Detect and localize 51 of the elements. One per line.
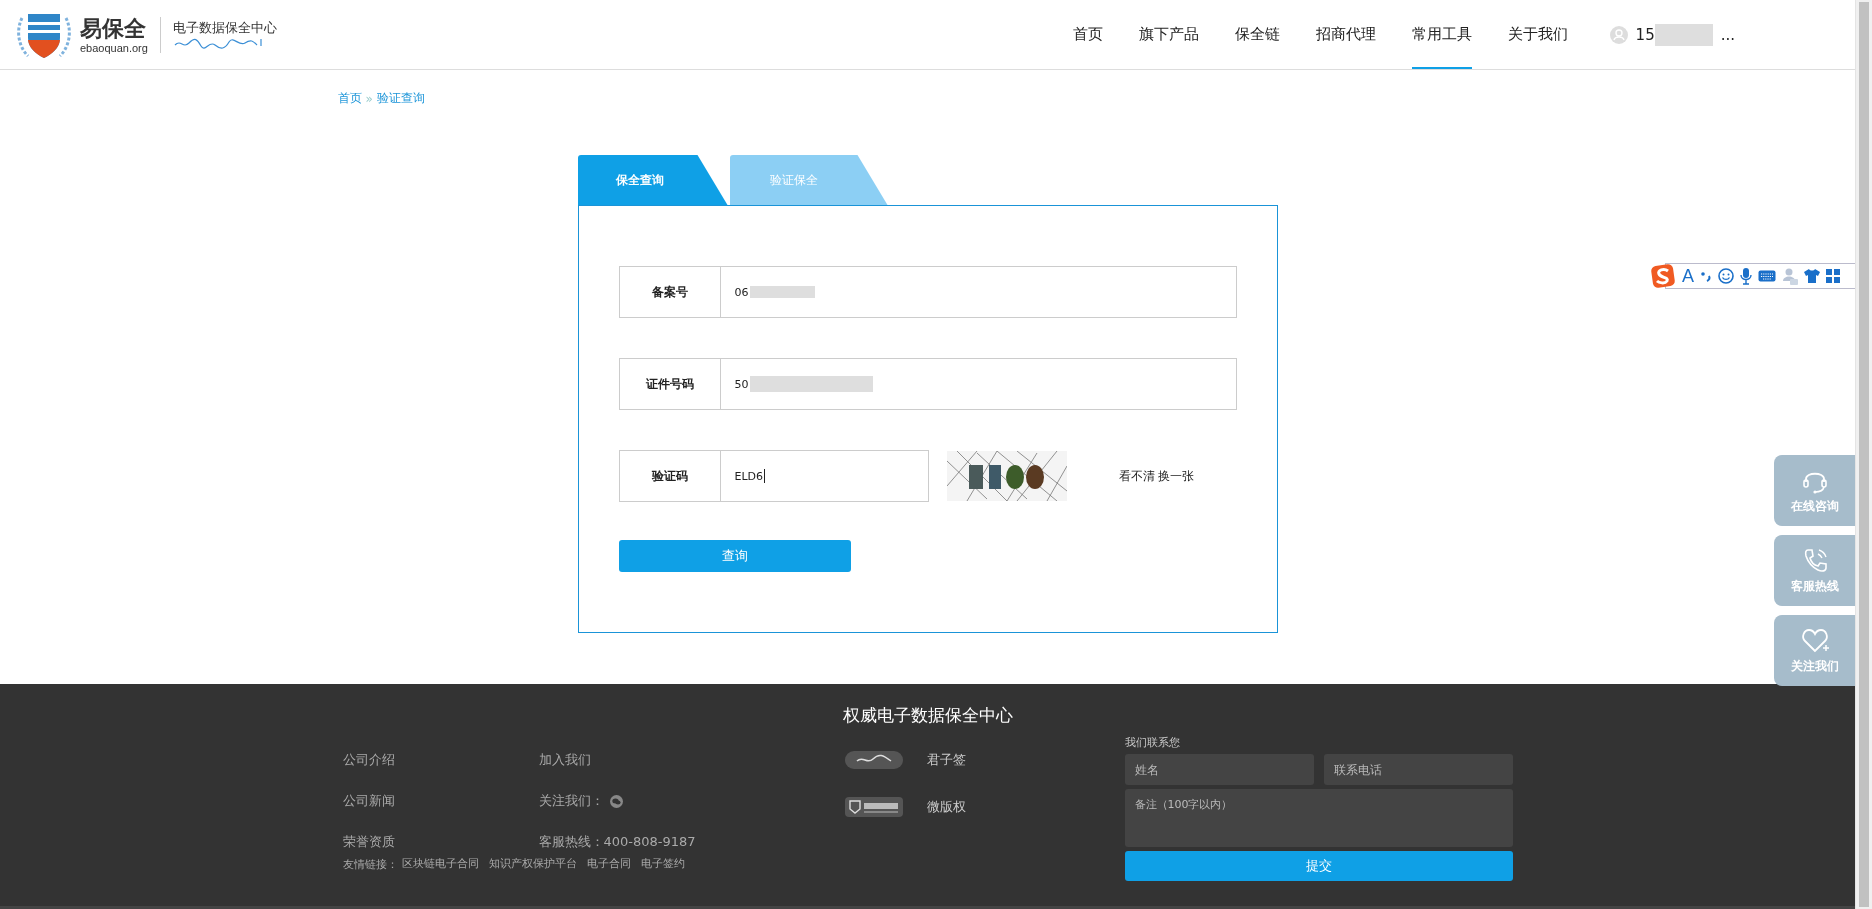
footer-link[interactable]: 加入我们	[538, 751, 591, 769]
footer-link[interactable]: 关注我们：	[538, 792, 604, 810]
note-field[interactable]: 备注（100字以内）	[1124, 789, 1513, 847]
partner-link[interactable]: 君子签	[926, 751, 966, 769]
font-toolbar-button[interactable]: A	[1682, 267, 1694, 285]
tagline: 电子数据保全中心	[172, 18, 277, 37]
submit-button[interactable]: 提交	[1124, 851, 1513, 881]
input-field[interactable]: 验证码 ELD6	[618, 450, 929, 502]
shirt-icon[interactable]	[1804, 269, 1820, 283]
tab[interactable]: 保全查询	[577, 155, 728, 205]
nav-link[interactable]: 旗下产品	[1138, 0, 1199, 69]
breadcrumb-link[interactable]: 验证查询	[376, 90, 425, 107]
ime-logo-icon[interactable]	[1650, 263, 1676, 289]
breadcrumb-separator: »	[365, 91, 373, 106]
scrollbar[interactable]	[1855, 0, 1872, 909]
user-name[interactable]: 15	[1635, 25, 1655, 44]
partner-logo-icon	[844, 751, 903, 769]
footer-link[interactable]: 公司介绍	[342, 751, 539, 769]
nav-link[interactable]: 保全链	[1234, 0, 1280, 69]
nav-link[interactable]: 首页	[1072, 0, 1103, 69]
ellipsis-text: ...	[1720, 25, 1735, 44]
domain-text: ebaoquan.org	[80, 41, 148, 54]
keyboard-icon[interactable]	[1758, 270, 1776, 282]
friend-link[interactable]: 区块链电子合同	[401, 855, 479, 873]
nav-link[interactable]: 关于我们	[1507, 0, 1568, 69]
wechat-icon[interactable]	[609, 794, 623, 808]
footer-link[interactable]: 客服热线：400-808-9187	[538, 833, 696, 851]
partner-logo-icon	[844, 797, 903, 817]
footer-link[interactable]: 荣誉资质	[342, 833, 539, 851]
brand-name: 易保全	[80, 15, 147, 42]
breadcrumb-link[interactable]: 首页	[337, 90, 362, 107]
smiley-icon[interactable]	[1718, 268, 1734, 284]
grid-icon[interactable]	[1826, 269, 1840, 283]
refresh-captcha-link[interactable]: 看不清 换一张	[1118, 467, 1195, 485]
nav-link[interactable]: 常用工具	[1411, 0, 1472, 69]
contact-title: 我们联系您	[1124, 735, 1181, 750]
partner-link[interactable]: 微版权	[926, 798, 966, 816]
nav-link[interactable]: 招商代理	[1315, 0, 1376, 69]
friend-link[interactable]: 电子合同	[586, 855, 631, 873]
query-button[interactable]: 查询	[618, 540, 851, 572]
name-field[interactable]: 姓名	[1124, 754, 1314, 785]
punctuation-icon[interactable]	[1700, 269, 1712, 283]
footer-title: 权威电子数据保全中心	[842, 704, 1013, 727]
friend-links-label: 友情链接：	[342, 856, 398, 872]
friend-link[interactable]: 知识产权保护平台	[488, 855, 577, 873]
footer-link[interactable]: 公司新闻	[342, 792, 539, 810]
phone-field[interactable]: 联系电话	[1323, 754, 1513, 785]
friend-link[interactable]: 电子签约	[640, 855, 685, 873]
microphone-icon[interactable]	[1740, 267, 1752, 285]
input-field[interactable]: 证件号码 50	[618, 358, 1237, 410]
input-field[interactable]: 备案号 06	[618, 266, 1237, 318]
